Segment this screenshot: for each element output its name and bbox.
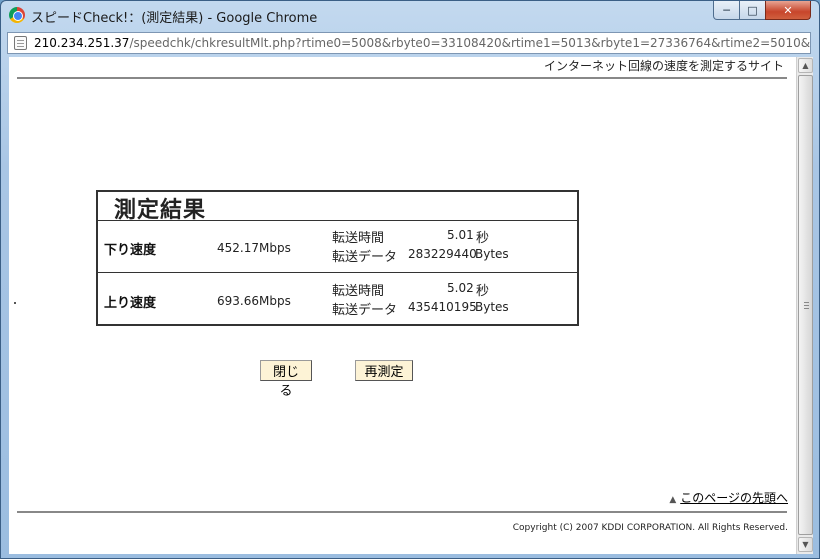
up-arrow-icon: ▲ — [669, 495, 677, 505]
scroll-down-icon[interactable]: ▼ — [798, 537, 813, 552]
title-bar[interactable]: スピードCheck!：(測定結果) - Google Chrome ─ □ ✕ — [1, 1, 819, 29]
page-viewport: インターネット回線の速度を測定するサイト 測定結果 下り速度 452.17Mbp… — [9, 57, 796, 554]
transfer-time-value: 5.01 — [447, 228, 474, 242]
transfer-time-unit: 秒 — [476, 231, 490, 246]
browser-window: スピードCheck!：(測定結果) - Google Chrome ─ □ ✕ … — [0, 0, 820, 559]
download-label: 下り速度 — [104, 243, 157, 258]
transfer-data-label: 転送データ — [332, 250, 398, 265]
url-path: /speedchk/chkresultMlt.php?rtime0=5008&r… — [129, 36, 810, 50]
download-row: 下り速度 452.17Mbps 転送時間 5.01 秒 転送データ 283229… — [98, 224, 577, 274]
remeasure-button[interactable]: 再測定 — [355, 360, 413, 381]
transfer-time-label: 転送時間 — [332, 231, 385, 246]
site-tagline: インターネット回線の速度を測定するサイト — [543, 59, 784, 73]
transfer-time-unit: 秒 — [476, 284, 490, 299]
transfer-data-label: 転送データ — [332, 303, 398, 318]
transfer-time-label: 転送時間 — [332, 284, 385, 299]
vertical-scrollbar[interactable]: ▲ ▼ — [796, 57, 813, 554]
close-page-button[interactable]: 閉じる — [260, 360, 312, 399]
url-text[interactable]: 210.234.251.37/speedchk/chkresultMlt.php… — [34, 36, 810, 50]
result-panel: 測定結果 下り速度 452.17Mbps 転送時間 5.01 秒 転送データ 2… — [96, 190, 579, 326]
title-divider — [98, 220, 577, 221]
stray-dot — [14, 302, 16, 304]
chrome-logo-icon — [9, 7, 25, 23]
minimize-button[interactable]: ─ — [713, 1, 740, 20]
row-divider — [98, 272, 577, 273]
window-title: スピードCheck!：(測定結果) - Google Chrome — [31, 11, 318, 26]
transfer-data-unit: Bytes — [475, 247, 509, 261]
copyright-text: Copyright (C) 2007 KDDI CORPORATION. All… — [512, 523, 788, 533]
download-speed: 452.17Mbps — [217, 241, 291, 255]
transfer-data-value: 283229440 — [408, 247, 477, 261]
upload-row: 上り速度 693.66Mbps 転送時間 5.02 秒 転送データ 435410… — [98, 277, 577, 327]
transfer-time-value: 5.02 — [447, 281, 474, 295]
upload-label: 上り速度 — [104, 296, 157, 311]
maximize-button[interactable]: □ — [739, 1, 766, 20]
scroll-up-icon[interactable]: ▲ — [798, 58, 813, 73]
transfer-data-value: 435410195 — [408, 300, 477, 314]
scrollbar-grip-icon — [804, 302, 809, 309]
footer-divider — [17, 511, 787, 513]
back-to-top-label: このページの先頭へ — [680, 491, 788, 505]
transfer-data-unit: Bytes — [475, 300, 509, 314]
address-bar[interactable]: 210.234.251.37/speedchk/chkresultMlt.php… — [7, 32, 811, 54]
url-host: 210.234.251.37 — [34, 36, 130, 50]
page-icon — [14, 36, 27, 50]
scrollbar-thumb[interactable] — [798, 75, 813, 535]
header-divider — [17, 77, 787, 79]
close-window-button[interactable]: ✕ — [765, 1, 811, 20]
back-to-top-link[interactable]: ▲ このページの先頭へ — [669, 489, 788, 506]
upload-speed: 693.66Mbps — [217, 294, 291, 308]
